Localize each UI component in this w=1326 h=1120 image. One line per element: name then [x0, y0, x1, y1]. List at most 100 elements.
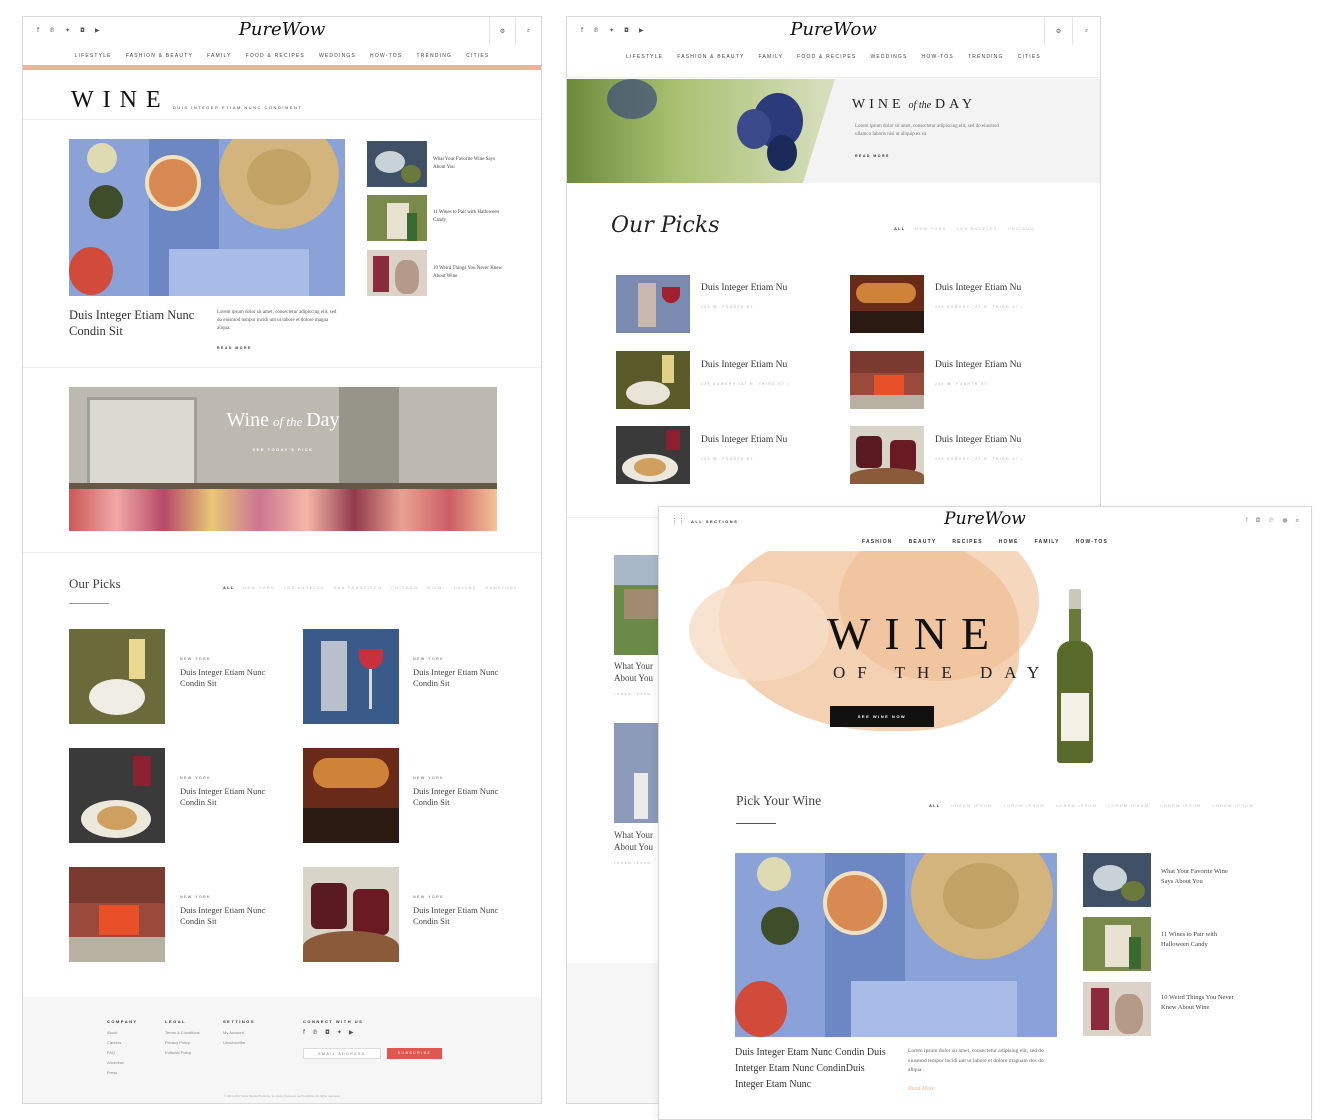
side-thumb-3[interactable]: [1083, 982, 1151, 1036]
pick-thumb[interactable]: [69, 867, 165, 962]
read-more-link[interactable]: Read More: [908, 1086, 935, 1092]
venue-thumb[interactable]: [616, 426, 690, 484]
nav-item[interactable]: Cities: [466, 53, 489, 59]
search-icon[interactable]: ⌕: [1296, 517, 1299, 525]
tab-lorem[interactable]: Lorem Ipsum: [1056, 803, 1097, 808]
footer-link[interactable]: Careers: [107, 1038, 138, 1048]
feature-title[interactable]: Duis Integer Etam Nunc Condin Duis Intet…: [735, 1045, 895, 1093]
venue-thumb[interactable]: [850, 426, 924, 484]
pick-title[interactable]: Duis Integer Etiam Nunc Condin Sit: [413, 905, 503, 927]
nav-item[interactable]: Lifestyle: [626, 54, 663, 60]
logo[interactable]: PureWow: [567, 19, 1100, 40]
grapes-image[interactable]: [567, 79, 835, 183]
read-more-link[interactable]: Read More: [855, 154, 890, 158]
twitter-icon[interactable]: ✦: [337, 1029, 342, 1036]
instagram-icon[interactable]: ◘: [1256, 517, 1261, 525]
side-article-3[interactable]: 10 Weird Things You Never Knew About Win…: [1161, 993, 1235, 1013]
nav-item[interactable]: Cities: [1018, 54, 1041, 60]
logo[interactable]: PureWow: [23, 19, 541, 40]
venue-thumb[interactable]: [616, 275, 690, 333]
pick-title[interactable]: Duis Integer Etiam Nunc Condin Sit: [413, 786, 503, 808]
nav-item[interactable]: Trending: [416, 53, 452, 59]
nav-item[interactable]: Trending: [968, 54, 1004, 60]
side-article-1[interactable]: What Your Favorite Wine Says About You: [433, 156, 505, 172]
see-wine-now-button[interactable]: See Wine Now: [830, 706, 934, 727]
tab-los-angeles[interactable]: Los Angeles: [957, 226, 998, 231]
search-icon[interactable]: ⌕: [1072, 17, 1100, 45]
footer-link[interactable]: About: [107, 1028, 138, 1038]
read-more-link[interactable]: Read More: [217, 346, 252, 350]
tab-miami[interactable]: Miami: [427, 585, 445, 590]
venue-title[interactable]: Duis Integer Etiam Nu: [701, 283, 787, 293]
footer-link[interactable]: Editorial Policy: [165, 1048, 200, 1058]
footer-link[interactable]: Advertise: [107, 1058, 138, 1068]
pick-title[interactable]: Duis Integer Etiam Nunc Condin Sit: [180, 786, 270, 808]
tab-lorem[interactable]: Lorem Ipsum: [1212, 803, 1253, 808]
nav-item[interactable]: Home: [999, 539, 1019, 545]
side-article-3[interactable]: 10 Weird Things You Never Knew About Win…: [433, 265, 505, 281]
nav-item[interactable]: Fashion & Beauty: [126, 53, 193, 59]
venue-thumb[interactable]: [850, 275, 924, 333]
pick-thumb[interactable]: [69, 748, 165, 843]
footer-link[interactable]: My Account: [223, 1028, 255, 1038]
nav-item[interactable]: How-Tos: [922, 54, 954, 60]
side-article-2[interactable]: 11 Wines to Pair with Halloween Candy: [1161, 930, 1235, 950]
footer-link[interactable]: FAQ: [107, 1048, 138, 1058]
pick-thumb[interactable]: [303, 748, 399, 843]
footer-link[interactable]: Press: [107, 1068, 138, 1078]
facebook-icon[interactable]: f: [303, 1029, 305, 1036]
nav-item[interactable]: Food & Recipes: [797, 54, 856, 60]
nav-item[interactable]: Weddings: [319, 53, 356, 59]
peek-title[interactable]: What Your About You: [614, 829, 664, 853]
pick-thumb[interactable]: [303, 867, 399, 962]
facebook-icon[interactable]: f: [1246, 517, 1248, 525]
wine-bottle-image[interactable]: [1055, 589, 1097, 763]
tab-dallas[interactable]: Dallas: [454, 585, 477, 590]
nav-item[interactable]: Food & Recipes: [246, 53, 305, 59]
search-icon[interactable]: ⌕: [515, 17, 541, 45]
nav-item[interactable]: How-Tos: [1076, 539, 1108, 545]
tab-san-francisco[interactable]: San Francisco: [334, 585, 383, 590]
email-input[interactable]: [303, 1048, 381, 1059]
tab-new-york[interactable]: New York: [915, 226, 946, 231]
footer-link[interactable]: Privacy Policy: [165, 1038, 200, 1048]
side-thumb-1[interactable]: [1083, 853, 1151, 907]
peek-title[interactable]: What Your About You: [614, 660, 664, 684]
side-thumb-3[interactable]: [367, 250, 427, 296]
pick-thumb[interactable]: [303, 629, 399, 724]
nav-item[interactable]: Fashion & Beauty: [677, 54, 744, 60]
side-article-1[interactable]: What Your Favorite Wine Says About You: [1161, 867, 1235, 887]
wine-of-the-day-banner[interactable]: Wine of the Day See Today's Pick: [69, 387, 497, 531]
side-thumb-1[interactable]: [367, 141, 427, 187]
venue-thumb[interactable]: [616, 351, 690, 409]
feature-image[interactable]: [735, 853, 1057, 1037]
hero-image[interactable]: [69, 139, 345, 296]
side-thumb-2[interactable]: [1083, 917, 1151, 971]
nav-item[interactable]: Family: [1035, 539, 1060, 545]
tab-chicago[interactable]: Chicago: [391, 585, 418, 590]
tab-hamptons[interactable]: Hamptons: [485, 585, 517, 590]
tab-all[interactable]: All: [223, 585, 234, 590]
tab-lorem[interactable]: Lorem Ipsum: [951, 803, 992, 808]
tab-chicago[interactable]: Chicago: [1008, 226, 1035, 231]
side-thumb-2[interactable]: [367, 195, 427, 241]
tab-los-angeles[interactable]: Los Angeles: [284, 585, 325, 590]
side-article-2[interactable]: 11 Wines to Pair with Halloween Candy: [433, 209, 505, 225]
instagram-icon[interactable]: ◘: [325, 1029, 330, 1036]
tab-all[interactable]: All: [894, 226, 905, 231]
logo[interactable]: PureWow: [659, 509, 1311, 529]
venue-title[interactable]: Duis Integer Etiam Nu: [701, 435, 787, 445]
nav-item[interactable]: How-Tos: [370, 53, 402, 59]
venue-title[interactable]: Duis Integer Etiam Nu: [935, 360, 1021, 370]
nav-item[interactable]: Beauty: [909, 539, 937, 545]
tab-all[interactable]: All: [929, 803, 940, 808]
nav-item[interactable]: Lifestyle: [75, 53, 112, 59]
venue-title[interactable]: Duis Integer Etiam Nu: [935, 283, 1021, 293]
nav-item[interactable]: Weddings: [870, 54, 907, 60]
youtube-icon[interactable]: ▶: [349, 1029, 354, 1036]
see-todays-pick-button[interactable]: See Today's Pick: [69, 447, 497, 452]
tab-lorem[interactable]: Lorem Ipsum: [1004, 803, 1045, 808]
footer-link[interactable]: Unsubscribe: [223, 1038, 255, 1048]
nav-item[interactable]: Fashion: [862, 539, 893, 545]
tab-new-york[interactable]: New York: [243, 585, 274, 590]
